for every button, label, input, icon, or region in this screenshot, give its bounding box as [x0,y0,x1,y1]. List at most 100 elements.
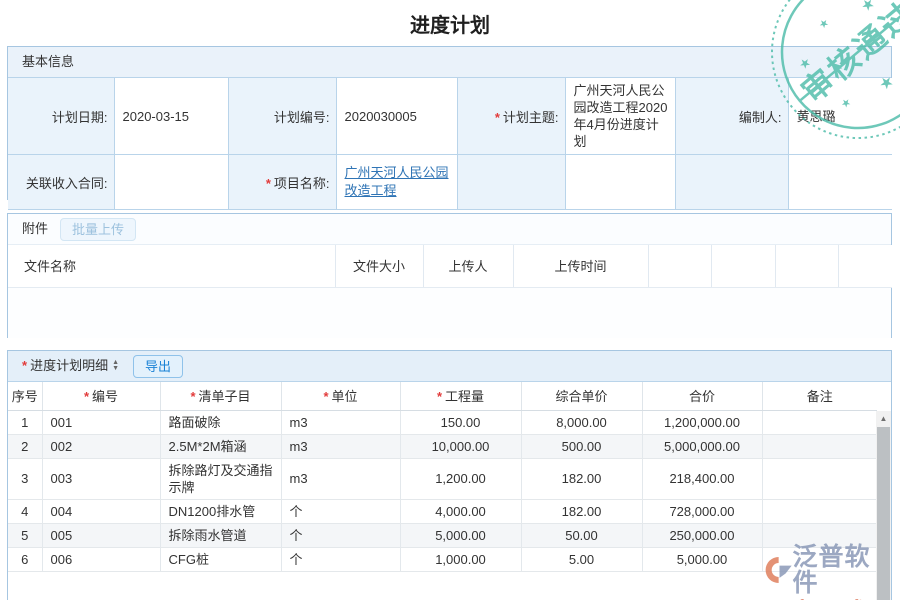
form-row: 关联收入合同:*项目名称:广州天河人民公园改造工程 [8,155,892,210]
form-label-cell: 计划日期: [8,78,114,155]
detail-column-header: *编号 [42,382,160,410]
table-row: 5005拆除雨水管道个5,000.0050.00250,000.00 [8,523,877,547]
detail-cell: 500.00 [521,434,642,458]
form-value-cell: 广州天河人民公园改造工程2020年4月份进度计划 [565,78,675,155]
table-row: 3003拆除路灯及交通指示牌m31,200.00182.00218,400.00 [8,458,877,499]
detail-cell: 005 [42,523,160,547]
detail-cell: 1,000.00 [400,547,521,571]
detail-column-header: 合价 [642,382,762,410]
detail-cell: 个 [281,499,400,523]
form-value-cell: 2020030005 [336,78,457,155]
detail-cell: 5 [8,523,42,547]
form-label-cell [675,155,788,210]
attachments-column-header [775,245,838,287]
attachments-empty-body [8,288,891,338]
page-title: 进度计划 [0,0,900,46]
detail-column-header: *单位 [281,382,400,410]
detail-cell: 182.00 [521,458,642,499]
batch-upload-button[interactable]: 批量上传 [60,218,136,241]
attachments-column-header [648,245,711,287]
detail-cell: 1 [8,410,42,434]
detail-cell: 个 [281,523,400,547]
detail-cell: 3 [8,458,42,499]
detail-cell: 1,200,000.00 [642,410,762,434]
detail-cell: 4,000.00 [400,499,521,523]
table-row: 4004DN1200排水管个4,000.00182.00728,000.00 [8,499,877,523]
detail-cell: 2.5M*2M箱涵 [160,434,281,458]
basic-info-form: 计划日期:2020-03-15计划编号:2020030005*计划主题:广州天河… [8,78,892,210]
attachments-table: 文件名称文件大小上传人上传时间 [8,245,892,288]
detail-column-header: 综合单价 [521,382,642,410]
detail-cell: 2 [8,434,42,458]
form-value-cell: 广州天河人民公园改造工程 [336,155,457,210]
detail-cell: 1,200.00 [400,458,521,499]
detail-cell: 5.00 [521,547,642,571]
basic-info-section: 基本信息 计划日期:2020-03-15计划编号:2020030005*计划主题… [7,46,892,200]
detail-column-header: *清单子目 [160,382,281,410]
table-row: 1001路面破除m3150.008,000.001,200,000.00 [8,410,877,434]
detail-cell: 5,000.00 [642,547,762,571]
required-asterisk: * [22,351,27,381]
attachments-column-header [838,245,892,287]
export-button[interactable]: 导出 [133,355,183,378]
detail-cell [762,547,877,571]
detail-cell: 001 [42,410,160,434]
detail-cell: 5,000.00 [400,523,521,547]
required-asterisk: * [323,389,328,404]
required-asterisk: * [266,176,271,191]
detail-cell: 250,000.00 [642,523,762,547]
detail-cell [762,410,877,434]
detail-cell: m3 [281,410,400,434]
detail-cell: 003 [42,458,160,499]
detail-cell: 拆除雨水管道 [160,523,281,547]
detail-column-header: 序号 [8,382,42,410]
scroll-up-arrow-icon[interactable]: ▲ [876,411,891,427]
attachments-column-header: 文件大小 [335,245,423,287]
detail-cell: 728,000.00 [642,499,762,523]
attachments-section: 附件 批量上传 文件名称文件大小上传人上传时间 [7,213,892,338]
detail-cell [762,434,877,458]
detail-cell: DN1200排水管 [160,499,281,523]
form-row: 计划日期:2020-03-15计划编号:2020030005*计划主题:广州天河… [8,78,892,155]
basic-info-header: 基本信息 [8,47,891,78]
progress-detail-header: * 进度计划明细 ▲ ▼ 导出 [8,351,891,382]
form-label-cell: 计划编号: [228,78,336,155]
detail-cell: 10,000.00 [400,434,521,458]
attachments-column-header: 上传时间 [513,245,648,287]
form-label-cell: *计划主题: [457,78,565,155]
attachments-column-header: 文件名称 [8,245,335,287]
detail-cell: 个 [281,547,400,571]
attachments-column-header [711,245,775,287]
detail-cell: 150.00 [400,410,521,434]
required-asterisk: * [437,389,442,404]
progress-detail-title: 进度计划明细 [30,351,108,381]
project-name-link[interactable]: 广州天河人民公园改造工程 [345,165,449,198]
detail-cell: 006 [42,547,160,571]
detail-cell: m3 [281,434,400,458]
vertical-scrollbar[interactable]: ▲ [876,411,891,600]
form-label-cell: 关联收入合同: [8,155,114,210]
table-row: 20022.5M*2M箱涵m310,000.00500.005,000,000.… [8,434,877,458]
progress-detail-section: * 进度计划明细 ▲ ▼ 导出 序号*编号*清单子目*单位*工程量综合单价合价备… [7,350,892,600]
attachments-header: 附件 批量上传 [8,214,891,245]
form-value-cell: 2020-03-15 [114,78,228,155]
form-value-cell [565,155,675,210]
detail-cell: 拆除路灯及交通指示牌 [160,458,281,499]
form-label-cell: 编制人: [675,78,788,155]
progress-detail-table: 序号*编号*清单子目*单位*工程量综合单价合价备注 1001路面破除m3150.… [8,382,877,572]
detail-column-header: *工程量 [400,382,521,410]
form-label-cell [457,155,565,210]
sort-toggle-icon[interactable]: ▲ ▼ [112,360,119,372]
detail-cell: 8,000.00 [521,410,642,434]
scrollbar-thumb[interactable] [877,427,890,600]
attachments-title: 附件 [22,214,48,244]
form-value-cell: 黄思璐 [788,78,892,155]
basic-info-title: 基本信息 [22,47,74,77]
attachments-column-header: 上传人 [423,245,513,287]
detail-cell: 4 [8,499,42,523]
detail-cell: 6 [8,547,42,571]
detail-cell [762,499,877,523]
detail-cell: 002 [42,434,160,458]
detail-cell [762,458,877,499]
required-asterisk: * [190,389,195,404]
